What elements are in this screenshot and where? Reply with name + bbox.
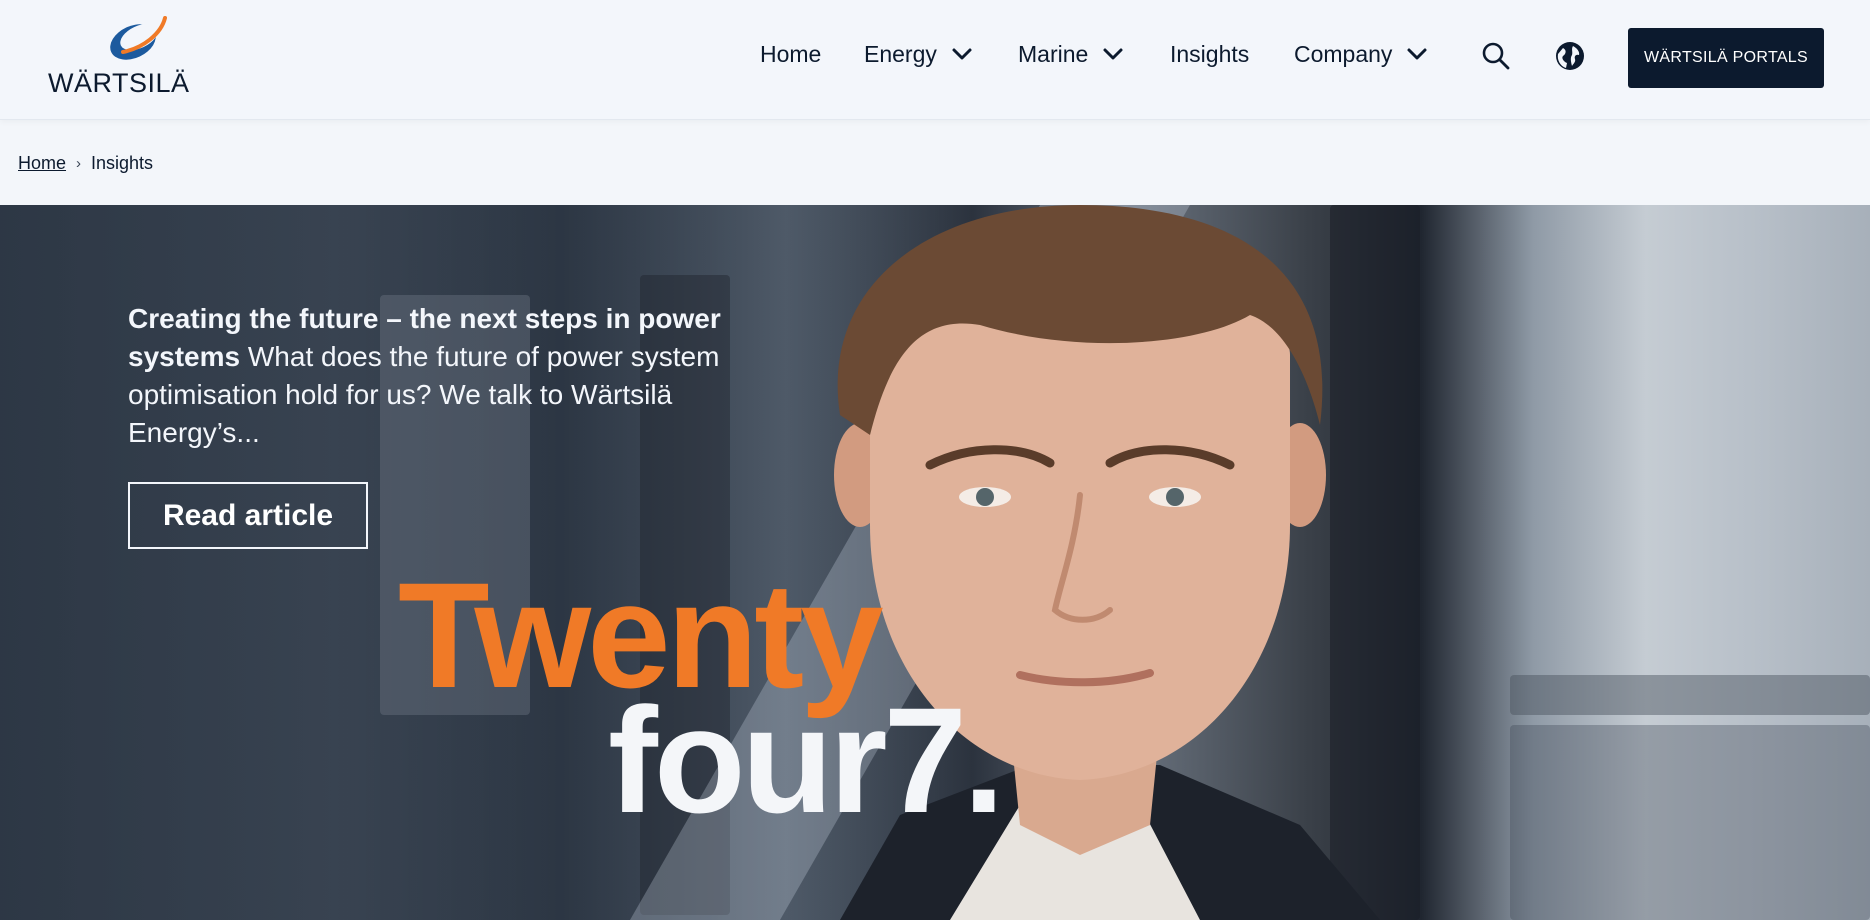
chevron-down-icon <box>1406 43 1428 65</box>
nav-marine[interactable]: Marine <box>1018 36 1124 72</box>
nav-energy[interactable]: Energy <box>864 36 973 72</box>
chevron-down-icon <box>1102 43 1124 65</box>
hero-banner: Creating the future – the next steps in … <box>0 205 1870 920</box>
hero-article-teaser: Creating the future – the next steps in … <box>128 300 728 452</box>
wartsila-portals-button[interactable]: WÄRTSILÄ PORTALS <box>1628 28 1824 88</box>
nav-energy-label: Energy <box>864 40 937 67</box>
globe-icon[interactable] <box>1554 40 1586 72</box>
chevron-down-icon <box>951 43 973 65</box>
nav-marine-label: Marine <box>1018 40 1089 67</box>
nav-company-label: Company <box>1294 40 1393 67</box>
breadcrumb: Home › Insights <box>18 150 153 176</box>
breadcrumb-home-link[interactable]: Home <box>18 153 66 174</box>
wartsila-logo[interactable]: WÄRTSILÄ <box>48 12 189 102</box>
nav-home[interactable]: Home <box>760 36 821 72</box>
breadcrumb-chevron-icon: › <box>76 154 82 172</box>
logo-swirl-icon <box>110 16 167 60</box>
search-icon[interactable] <box>1480 40 1512 72</box>
nav-home-label: Home <box>760 40 822 67</box>
nav-company[interactable]: Company <box>1294 36 1428 72</box>
logo-text: WÄRTSILÄ <box>48 68 190 98</box>
read-article-button[interactable]: Read article <box>128 482 368 549</box>
site-header: WÄRTSILÄ Home Energy Marine Insights Com… <box>0 0 1870 120</box>
nav-insights-label: Insights <box>1170 40 1250 67</box>
breadcrumb-current: Insights <box>91 152 154 173</box>
brand-wordmark-four7: four7. <box>608 676 1005 844</box>
nav-insights[interactable]: Insights <box>1170 36 1249 72</box>
